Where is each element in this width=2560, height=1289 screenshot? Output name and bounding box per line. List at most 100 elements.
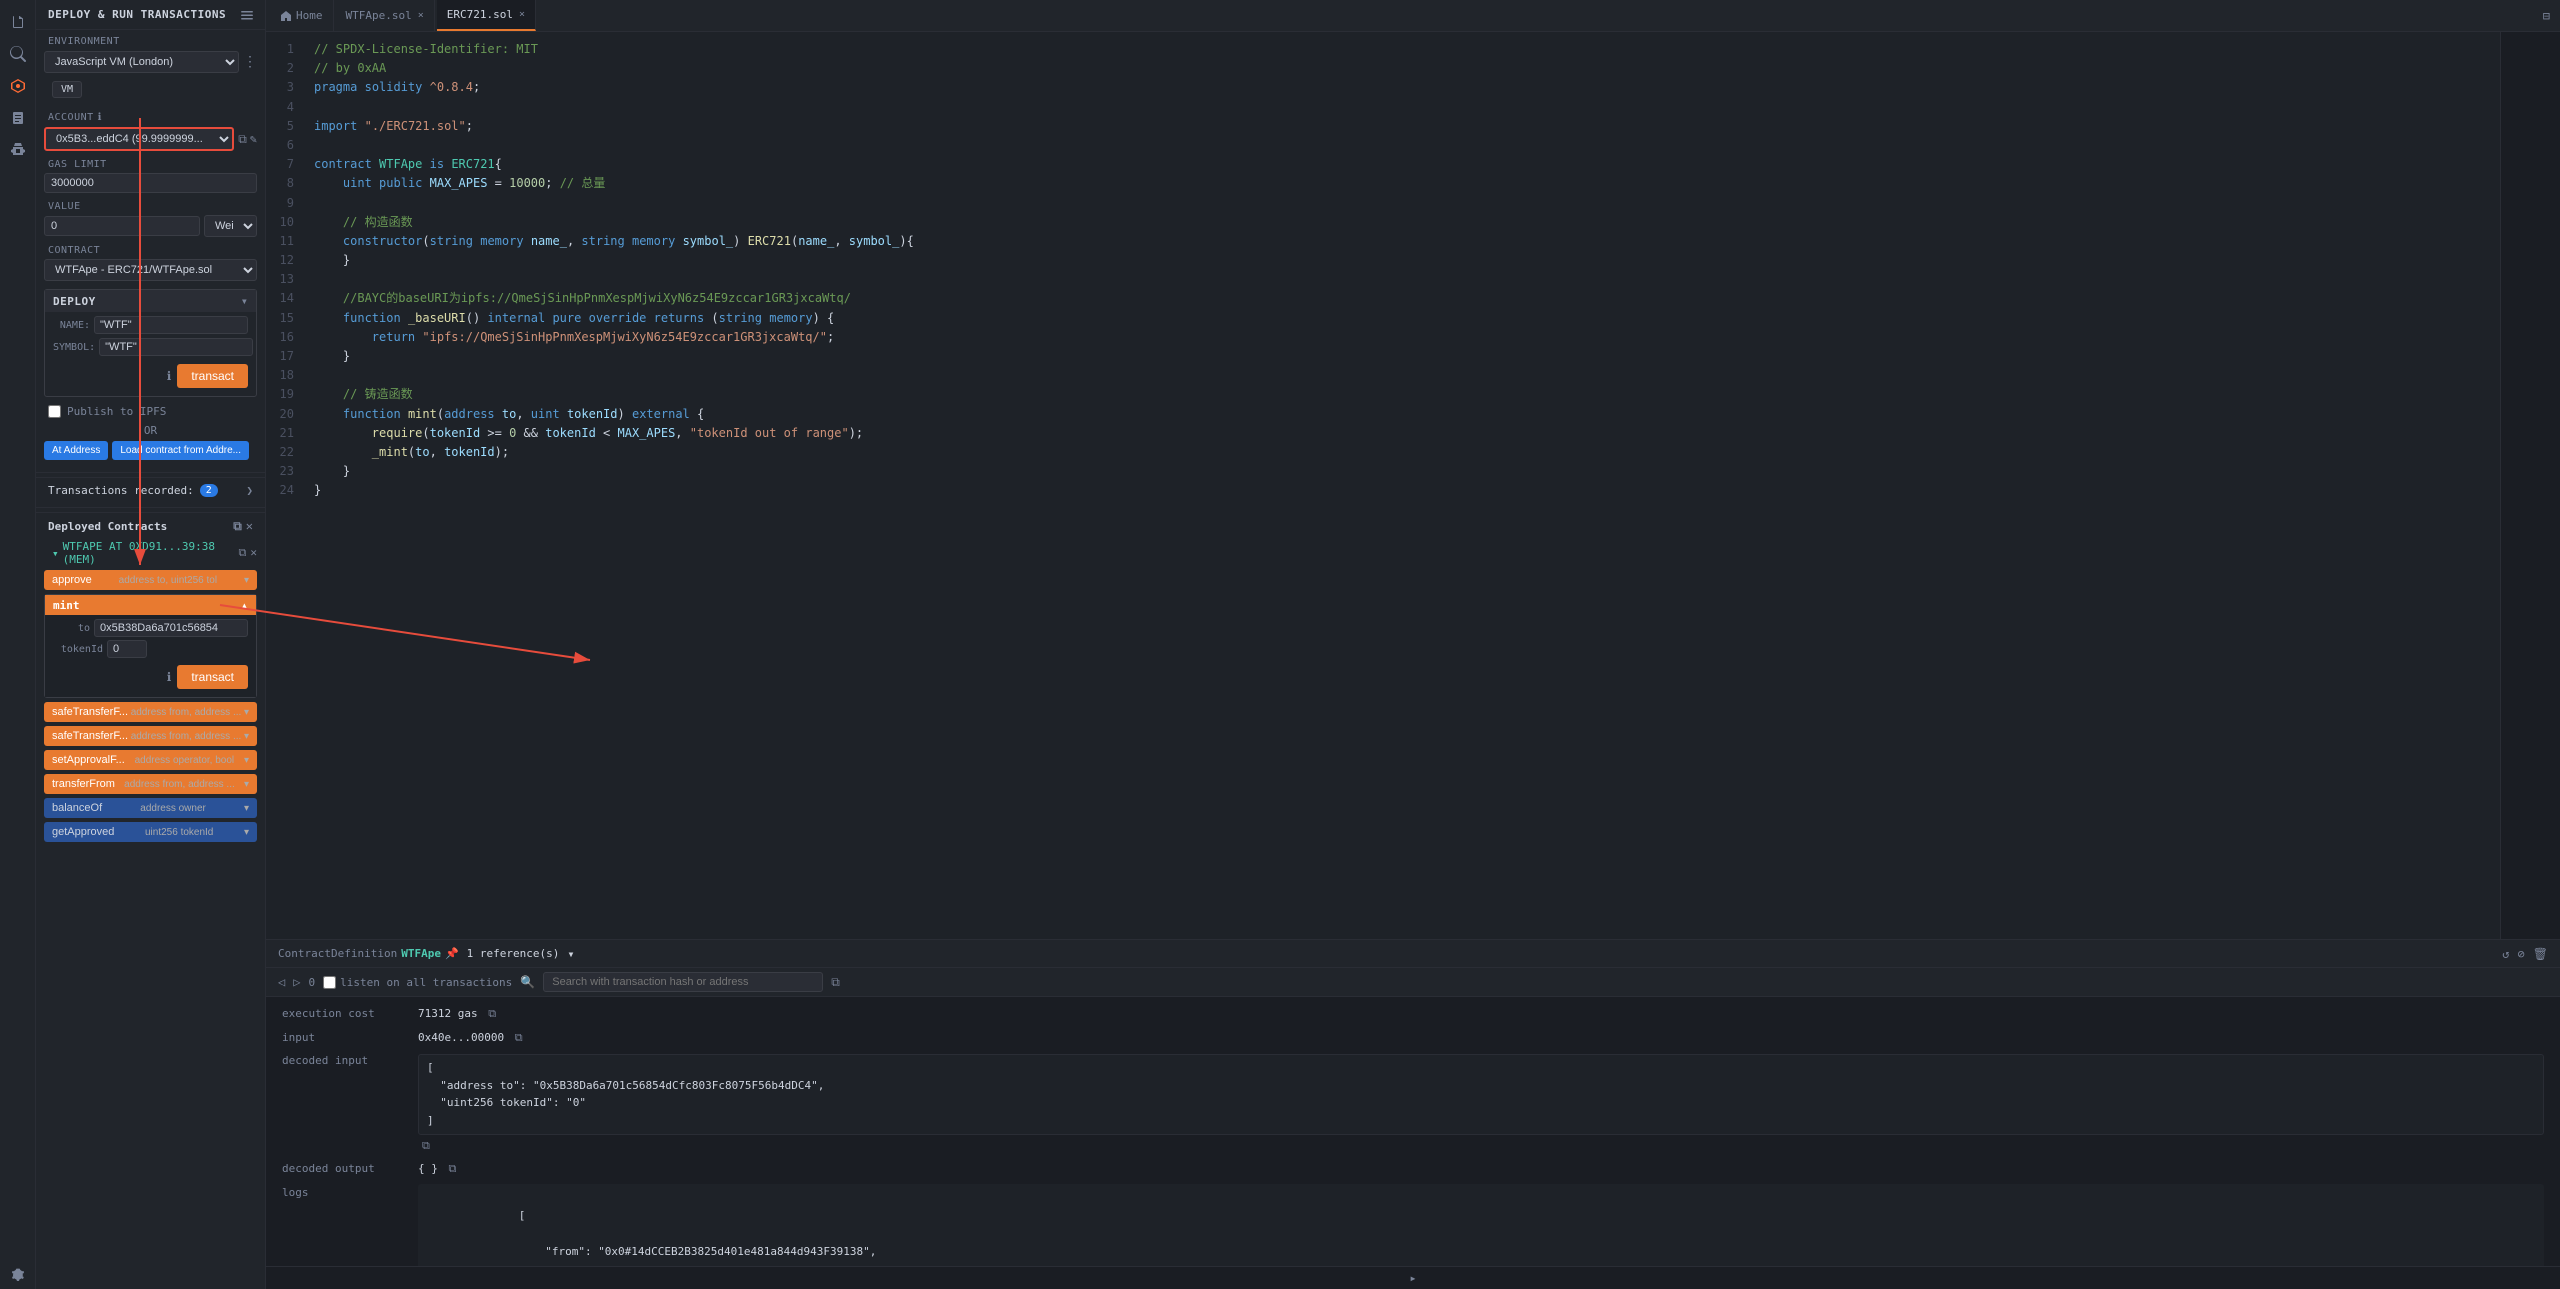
tab-split-icon[interactable]: ⊟ xyxy=(2537,9,2556,23)
wtfape-contract-row[interactable]: ▾ WTFAPE AT 0XD91...39:38 (MEM) ⧉ ✕ xyxy=(36,538,265,568)
refresh-icon[interactable]: ↺ xyxy=(2502,947,2509,961)
input-copy-icon[interactable]: ⧉ xyxy=(515,1031,523,1044)
set-approval-chevron-icon: ▾ xyxy=(244,755,249,766)
vm-badge[interactable]: VM xyxy=(52,81,82,98)
safe-transfer2-button[interactable]: safeTransferF... address from, address .… xyxy=(44,726,257,746)
balance-of-param: address owner xyxy=(140,803,206,814)
account-edit-icon[interactable]: ✎ xyxy=(250,132,257,147)
mint-chevron-icon: ▴ xyxy=(241,598,248,612)
deploy-transact-button[interactable]: transact xyxy=(177,364,248,388)
search-log-icon[interactable]: 🔍 xyxy=(520,975,535,989)
safe-transfer1-chevron-icon: ▾ xyxy=(244,707,249,718)
tab-erc721[interactable]: ERC721.sol × xyxy=(437,0,536,31)
deploy-header[interactable]: DEPLOY ▾ xyxy=(45,290,256,312)
tab-wtfape[interactable]: WTFApe.sol × xyxy=(336,0,435,31)
decoded-input-copy-icon[interactable]: ⧉ xyxy=(422,1139,430,1152)
mint-tokenid-input[interactable] xyxy=(107,640,147,658)
tab-wtfape-close-icon[interactable]: × xyxy=(418,10,424,21)
set-approval-button[interactable]: setApprovalF... address operator, bool ▾ xyxy=(44,750,257,770)
mint-header[interactable]: mint ▴ xyxy=(45,595,256,615)
contract-def-name: WTFApe xyxy=(401,947,441,960)
publish-ipfs-checkbox[interactable] xyxy=(48,405,61,418)
environment-select[interactable]: JavaScript VM (London) xyxy=(44,51,239,73)
at-address-button[interactable]: At Address xyxy=(44,441,108,460)
settings-icon[interactable] xyxy=(4,1261,32,1289)
account-select[interactable]: 0x5B3...eddC4 (99.9999999... xyxy=(44,127,234,151)
contract-select[interactable]: WTFApe - ERC721/WTFApe.sol xyxy=(44,259,257,281)
balance-of-button[interactable]: balanceOf address owner ▾ xyxy=(44,798,257,818)
get-approved-button[interactable]: getApproved uint256 tokenId ▾ xyxy=(44,822,257,842)
deployed-copy-icon[interactable]: ⧉ xyxy=(233,519,242,534)
mint-info-icon[interactable]: ℹ xyxy=(167,670,172,684)
decoded-output-copy-icon[interactable]: ⧉ xyxy=(449,1162,457,1175)
gas-limit-input[interactable] xyxy=(44,173,257,193)
deploy-symbol-input[interactable] xyxy=(99,338,253,356)
log-input: input 0x40e...00000 ⧉ xyxy=(282,1029,2544,1047)
wtfape-delete-icon[interactable]: ✕ xyxy=(250,546,257,560)
forward-icon[interactable]: ▷ xyxy=(293,975,300,989)
listen-label: listen on all transactions xyxy=(340,976,512,989)
deploy-symbol-label: SYMBOL: xyxy=(53,342,95,353)
files-icon[interactable] xyxy=(4,8,32,36)
wtfape-contract-label: WTFAPE AT 0XD91...39:38 (MEM) xyxy=(63,540,239,566)
transactions-recorded-row[interactable]: Transactions recorded: 2 ❯ xyxy=(36,477,265,503)
mint-tokenid-row: tokenId xyxy=(53,640,248,658)
value-input-row: Wei xyxy=(36,213,265,241)
code-editor[interactable]: // SPDX-License-Identifier: MIT // by 0x… xyxy=(302,32,2500,939)
env-dots-icon[interactable]: ⋮ xyxy=(243,54,257,70)
deploy-info-icon[interactable]: ℹ xyxy=(167,369,172,383)
load-contract-button[interactable]: Load contract from Addre... xyxy=(112,441,249,460)
deploy-name-input[interactable] xyxy=(94,316,248,334)
approve-button[interactable]: approve address to, uint256 tol ▾ xyxy=(44,570,257,590)
gas-input-row xyxy=(36,171,265,197)
ref-chevron-icon[interactable]: ▾ xyxy=(567,947,574,961)
get-approved-fn-row: getApproved uint256 tokenId ▾ xyxy=(44,822,257,842)
deployed-contracts-label: Deployed Contracts xyxy=(48,520,167,533)
exec-cost-copy-icon[interactable]: ⧉ xyxy=(488,1007,496,1020)
wei-select[interactable]: Wei xyxy=(204,215,257,237)
transactions-chevron-icon: ❯ xyxy=(246,484,253,497)
safe-transfer2-label: safeTransferF... xyxy=(52,730,128,742)
mint-tokenid-label: tokenId xyxy=(53,644,103,655)
transfer-from-param: address from, address ... xyxy=(124,779,235,790)
balance-of-label: balanceOf xyxy=(52,802,102,814)
search-sidebar-icon[interactable] xyxy=(4,40,32,68)
trash-icon[interactable]: 🗑 xyxy=(2533,947,2548,961)
compile-icon[interactable] xyxy=(4,104,32,132)
safe-transfer2-param: address from, address ... xyxy=(131,731,242,742)
account-copy-icon[interactable]: ⧉ xyxy=(238,132,247,147)
get-approved-param: uint256 tokenId xyxy=(145,827,213,838)
bottom-chevron[interactable]: ▸ xyxy=(266,1266,2560,1289)
listen-checkbox[interactable] xyxy=(323,976,336,989)
stop-icon[interactable]: ⊘ xyxy=(2518,947,2525,961)
value-input[interactable] xyxy=(44,216,200,236)
balance-of-fn-row: balanceOf address owner ▾ xyxy=(44,798,257,818)
tab-home[interactable]: Home xyxy=(270,0,334,31)
panel-title: DEPLOY & RUN TRANSACTIONS xyxy=(48,8,226,21)
mint-transact-button[interactable]: transact xyxy=(177,665,248,689)
account-info-icon[interactable]: ℹ xyxy=(98,112,102,123)
tab-erc721-close-icon[interactable]: × xyxy=(519,9,525,20)
wtfape-copy-icon[interactable]: ⧉ xyxy=(239,546,247,560)
bottom-panel: ContractDefinition WTFApe 📌 1 reference(… xyxy=(266,939,2560,1289)
logs-pre: [ "from": "0x0#14dCCEB2B3825d401e481a844… xyxy=(418,1184,2544,1266)
back-icon[interactable]: ◁ xyxy=(278,975,285,989)
panel-menu-icon[interactable] xyxy=(241,9,253,21)
logs-key: logs xyxy=(282,1184,402,1266)
debug-icon[interactable] xyxy=(4,136,32,164)
deployed-delete-icon[interactable]: ✕ xyxy=(246,519,253,534)
home-icon xyxy=(280,10,292,22)
transfer-from-fn-row: transferFrom address from, address ... ▾ xyxy=(44,774,257,794)
plugin-icon[interactable] xyxy=(4,72,32,100)
deploy-chevron-icon: ▾ xyxy=(241,294,248,308)
panel-header: DEPLOY & RUN TRANSACTIONS xyxy=(36,0,265,30)
safe-transfer1-button[interactable]: safeTransferF... address from, address .… xyxy=(44,702,257,722)
mint-to-input[interactable] xyxy=(94,619,248,637)
decoded-input-key: decoded input xyxy=(282,1052,402,1154)
search-log-input[interactable] xyxy=(543,972,823,992)
transfer-from-button[interactable]: transferFrom address from, address ... ▾ xyxy=(44,774,257,794)
copy-log-icon[interactable]: ⧉ xyxy=(831,975,840,990)
left-panel: DEPLOY & RUN TRANSACTIONS ENVIRONMENT Ja… xyxy=(36,0,266,1289)
contract-pin-icon: 📌 xyxy=(445,947,459,960)
value-label: VALUE xyxy=(36,197,265,213)
